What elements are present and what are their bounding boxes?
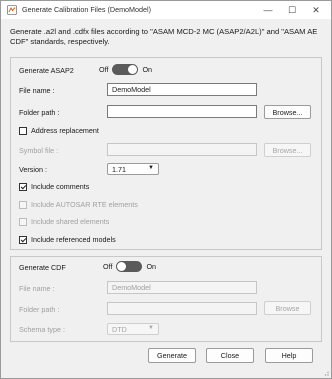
include-autosar-label: Include AUTOSAR RTE elements — [31, 200, 138, 209]
asap2-toggle-switch[interactable] — [112, 64, 139, 75]
asap2-folder-path-label: Folder path : — [19, 108, 60, 117]
generate-button[interactable]: Generate — [148, 348, 196, 363]
minimize-button[interactable]: — — [256, 1, 280, 19]
cdf-folder-path-input[interactable] — [107, 302, 257, 315]
checkbox-box — [19, 217, 27, 226]
asap2-toggle-off-label: Off — [99, 65, 109, 74]
cdf-browse-button[interactable]: Browse — [264, 301, 311, 315]
checkbox-box — [19, 235, 27, 244]
chevron-down-icon: ▼ — [148, 165, 154, 171]
close-window-button[interactable]: ✕ — [304, 1, 328, 19]
include-comments-label: Include comments — [31, 182, 90, 191]
checkbox-box — [19, 200, 27, 209]
cdf-toggle-on-label: On — [146, 262, 157, 271]
include-referenced-checkbox[interactable]: Include referenced models — [19, 235, 116, 244]
version-value: 1.71 — [112, 164, 126, 174]
symbol-browse-button[interactable]: Browse... — [264, 143, 311, 157]
address-replacement-label: Address replacement — [31, 126, 99, 135]
cdf-toggle-off-label: Off — [103, 262, 113, 271]
chevron-down-icon: ▼ — [148, 325, 154, 331]
version-select[interactable]: 1.71 ▼ — [107, 163, 159, 175]
resize-grip-icon[interactable] — [321, 368, 329, 376]
schema-type-select[interactable]: DTD ▼ — [107, 323, 159, 335]
maximize-icon: ☐ — [287, 4, 297, 15]
asap2-toggle-group: Off On — [99, 64, 152, 75]
asap2-browse-button[interactable]: Browse... — [264, 105, 311, 119]
include-shared-label: Include shared elements — [31, 217, 110, 226]
cdf-toggle-group: Off On — [103, 261, 156, 272]
symbol-file-input[interactable] — [107, 143, 257, 156]
toggle-knob — [117, 262, 127, 271]
minimize-icon: — — [263, 5, 273, 15]
schema-type-value: DTD — [112, 324, 127, 334]
include-referenced-label: Include referenced models — [31, 235, 116, 244]
cdf-heading: Generate CDF — [19, 263, 66, 272]
asap2-panel: Generate ASAP2 Off On File name : DemoMo… — [10, 57, 322, 250]
include-shared-checkbox[interactable]: Include shared elements — [19, 217, 109, 226]
close-button[interactable]: Close — [206, 348, 254, 363]
cdf-file-name-input[interactable]: DemoModel — [107, 281, 257, 294]
help-button[interactable]: Help — [265, 348, 313, 363]
symbol-file-label: Symbol file : — [19, 146, 59, 155]
include-comments-checkbox[interactable]: Include comments — [19, 182, 89, 191]
cdf-toggle-switch[interactable] — [116, 261, 143, 272]
schema-type-label: Schema type : — [19, 325, 65, 334]
checkbox-box — [19, 182, 27, 191]
asap2-file-name-label: File name : — [19, 86, 55, 95]
asap2-file-name-input[interactable]: DemoModel — [107, 83, 257, 96]
asap2-folder-path-input[interactable] — [107, 105, 257, 118]
version-label: Version : — [19, 165, 47, 174]
matlab-app-icon — [7, 5, 17, 15]
dialog-window: Generate Calibration Files (DemoModel) —… — [0, 0, 332, 379]
cdf-panel: Generate CDF Off On File name : DemoMode… — [10, 256, 322, 342]
checkbox-box — [19, 126, 27, 135]
toggle-knob — [128, 65, 138, 74]
title-bar[interactable]: Generate Calibration Files (DemoModel) —… — [1, 1, 331, 19]
asap2-toggle-on-label: On — [142, 65, 153, 74]
cdf-file-name-label: File name : — [19, 284, 55, 293]
close-icon: ✕ — [312, 4, 320, 15]
maximize-button[interactable]: ☐ — [280, 1, 304, 19]
cdf-folder-path-label: Folder path : — [19, 305, 60, 314]
window-title: Generate Calibration Files (DemoModel) — [22, 5, 152, 14]
include-autosar-checkbox[interactable]: Include AUTOSAR RTE elements — [19, 200, 138, 209]
intro-description: Generate .a2l and .cdfx files according … — [10, 27, 318, 46]
address-replacement-checkbox[interactable]: Address replacement — [19, 126, 99, 135]
asap2-heading: Generate ASAP2 — [19, 66, 74, 75]
